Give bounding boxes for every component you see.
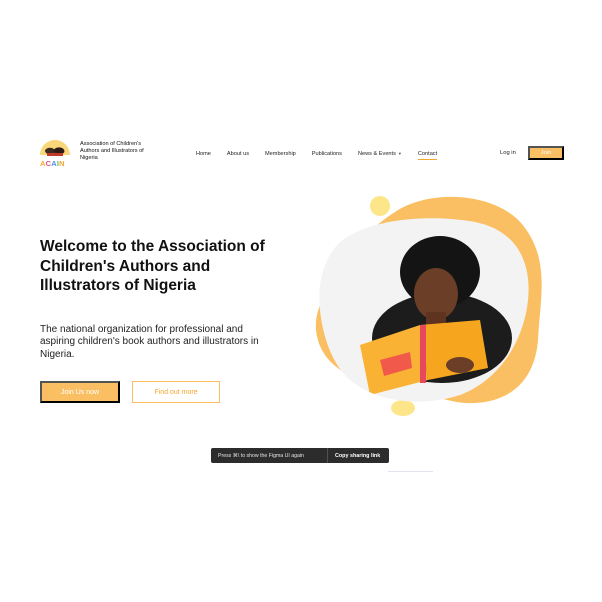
main-nav: Home About us Membership Publications Ne… [196, 148, 453, 160]
nav-contact[interactable]: Contact [417, 151, 438, 160]
divider-line [388, 471, 433, 472]
nav-news-events[interactable]: News & Events ▼ [358, 151, 402, 157]
yellow-dot-bottom [391, 400, 415, 416]
hero-subtitle: The national organization for profession… [40, 324, 259, 360]
join-us-now-button[interactable]: Join Us now [40, 381, 120, 403]
nav-news-events-label: News & Events [357, 151, 396, 157]
join-button[interactable]: Join [528, 146, 564, 160]
login-link[interactable]: Log in [500, 150, 516, 156]
nav-about-us[interactable]: About us [227, 151, 249, 157]
yellow-dot-top [370, 196, 390, 216]
find-out-more-button[interactable]: Find out more [132, 381, 220, 403]
logo-wordmark: ACAIN [40, 159, 65, 168]
figma-toast: Press ⌘\ to show the Figma UI again Copy… [211, 448, 389, 463]
nav-home[interactable]: Home [196, 151, 211, 157]
nav-membership[interactable]: Membership [265, 151, 296, 157]
copy-sharing-link-button[interactable]: Copy sharing link [328, 453, 380, 459]
chevron-down-icon: ▼ [397, 151, 402, 156]
toast-message: Press ⌘\ to show the Figma UI again [218, 452, 304, 459]
hero-illustration [315, 196, 542, 416]
logo-letter: N [59, 159, 65, 168]
hero-title: Welcome to the Association of Children's… [40, 238, 265, 294]
org-name: Association of Children's Authors and Il… [80, 141, 144, 161]
children-reading-icon [45, 147, 65, 156]
nav-publications[interactable]: Publications [312, 151, 342, 157]
